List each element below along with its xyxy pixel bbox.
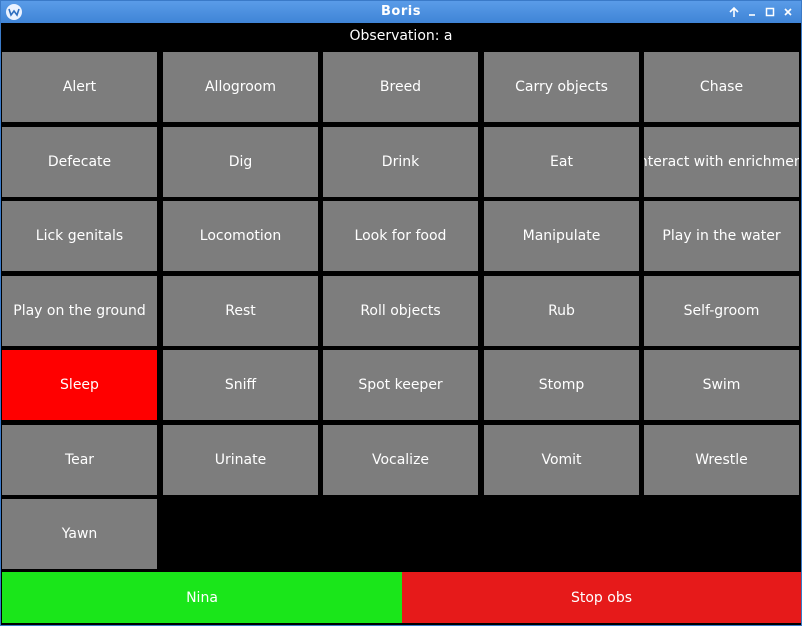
behavior-button-play-on-the-ground[interactable]: Play on the ground bbox=[2, 276, 157, 346]
behavior-button-swim[interactable]: Swim bbox=[644, 350, 799, 420]
behavior-button-rest[interactable]: Rest bbox=[163, 276, 318, 346]
behavior-button-tear[interactable]: Tear bbox=[2, 425, 157, 495]
behavior-button-manipulate[interactable]: Manipulate bbox=[484, 201, 639, 271]
behavior-button-chase[interactable]: Chase bbox=[644, 52, 799, 122]
minimize-icon[interactable] bbox=[744, 4, 760, 20]
behavior-button-yawn[interactable]: Yawn bbox=[2, 499, 157, 569]
behavior-button-spot-keeper[interactable]: Spot keeper bbox=[323, 350, 478, 420]
behavior-button-dig[interactable]: Dig bbox=[163, 127, 318, 197]
behavior-button-drink[interactable]: Drink bbox=[323, 127, 478, 197]
behavior-button-defecate[interactable]: Defecate bbox=[2, 127, 157, 197]
behavior-button-wrestle[interactable]: Wrestle bbox=[644, 425, 799, 495]
behavior-button-self-groom[interactable]: Self-groom bbox=[644, 276, 799, 346]
behavior-button-carry-objects[interactable]: Carry objects bbox=[484, 52, 639, 122]
behavior-button-eat[interactable]: Eat bbox=[484, 127, 639, 197]
maximize-icon[interactable] bbox=[762, 4, 778, 20]
title-bar[interactable]: Boris bbox=[1, 1, 801, 23]
behavior-button-sniff[interactable]: Sniff bbox=[163, 350, 318, 420]
behavior-button-vocalize[interactable]: Vocalize bbox=[323, 425, 478, 495]
behavior-button-rub[interactable]: Rub bbox=[484, 276, 639, 346]
close-icon[interactable] bbox=[780, 4, 796, 20]
behavior-button-breed[interactable]: Breed bbox=[323, 52, 478, 122]
behavior-button-locomotion[interactable]: Locomotion bbox=[163, 201, 318, 271]
behavior-button-sleep[interactable]: Sleep bbox=[2, 350, 157, 420]
observation-label: Observation: a bbox=[349, 28, 453, 44]
behavior-button-lick-genitals[interactable]: Lick genitals bbox=[2, 201, 157, 271]
window-title: Boris bbox=[381, 4, 421, 19]
keep-above-icon[interactable] bbox=[726, 4, 742, 20]
bottom-bar: Nina Stop obs bbox=[2, 572, 801, 623]
behavior-button-roll-objects[interactable]: Roll objects bbox=[323, 276, 478, 346]
behavior-button-allogroom[interactable]: Allogroom bbox=[163, 52, 318, 122]
behavior-button-play-in-the-water[interactable]: Play in the water bbox=[644, 201, 799, 271]
stop-observation-button[interactable]: Stop obs bbox=[402, 572, 801, 623]
behavior-button-look-for-food[interactable]: Look for food bbox=[323, 201, 478, 271]
boris-window: Boris Observation: a Alert Allogroom Breed… bbox=[0, 0, 802, 626]
subject-button-nina[interactable]: Nina bbox=[2, 572, 402, 623]
behavior-button-urinate[interactable]: Urinate bbox=[163, 425, 318, 495]
behavior-button-vomit[interactable]: Vomit bbox=[484, 425, 639, 495]
behavior-button-alert[interactable]: Alert bbox=[2, 52, 157, 122]
behavior-button-stomp[interactable]: Stomp bbox=[484, 350, 639, 420]
behavior-button-interact-with-enrichment[interactable]: Interact with enrichment bbox=[644, 127, 799, 197]
